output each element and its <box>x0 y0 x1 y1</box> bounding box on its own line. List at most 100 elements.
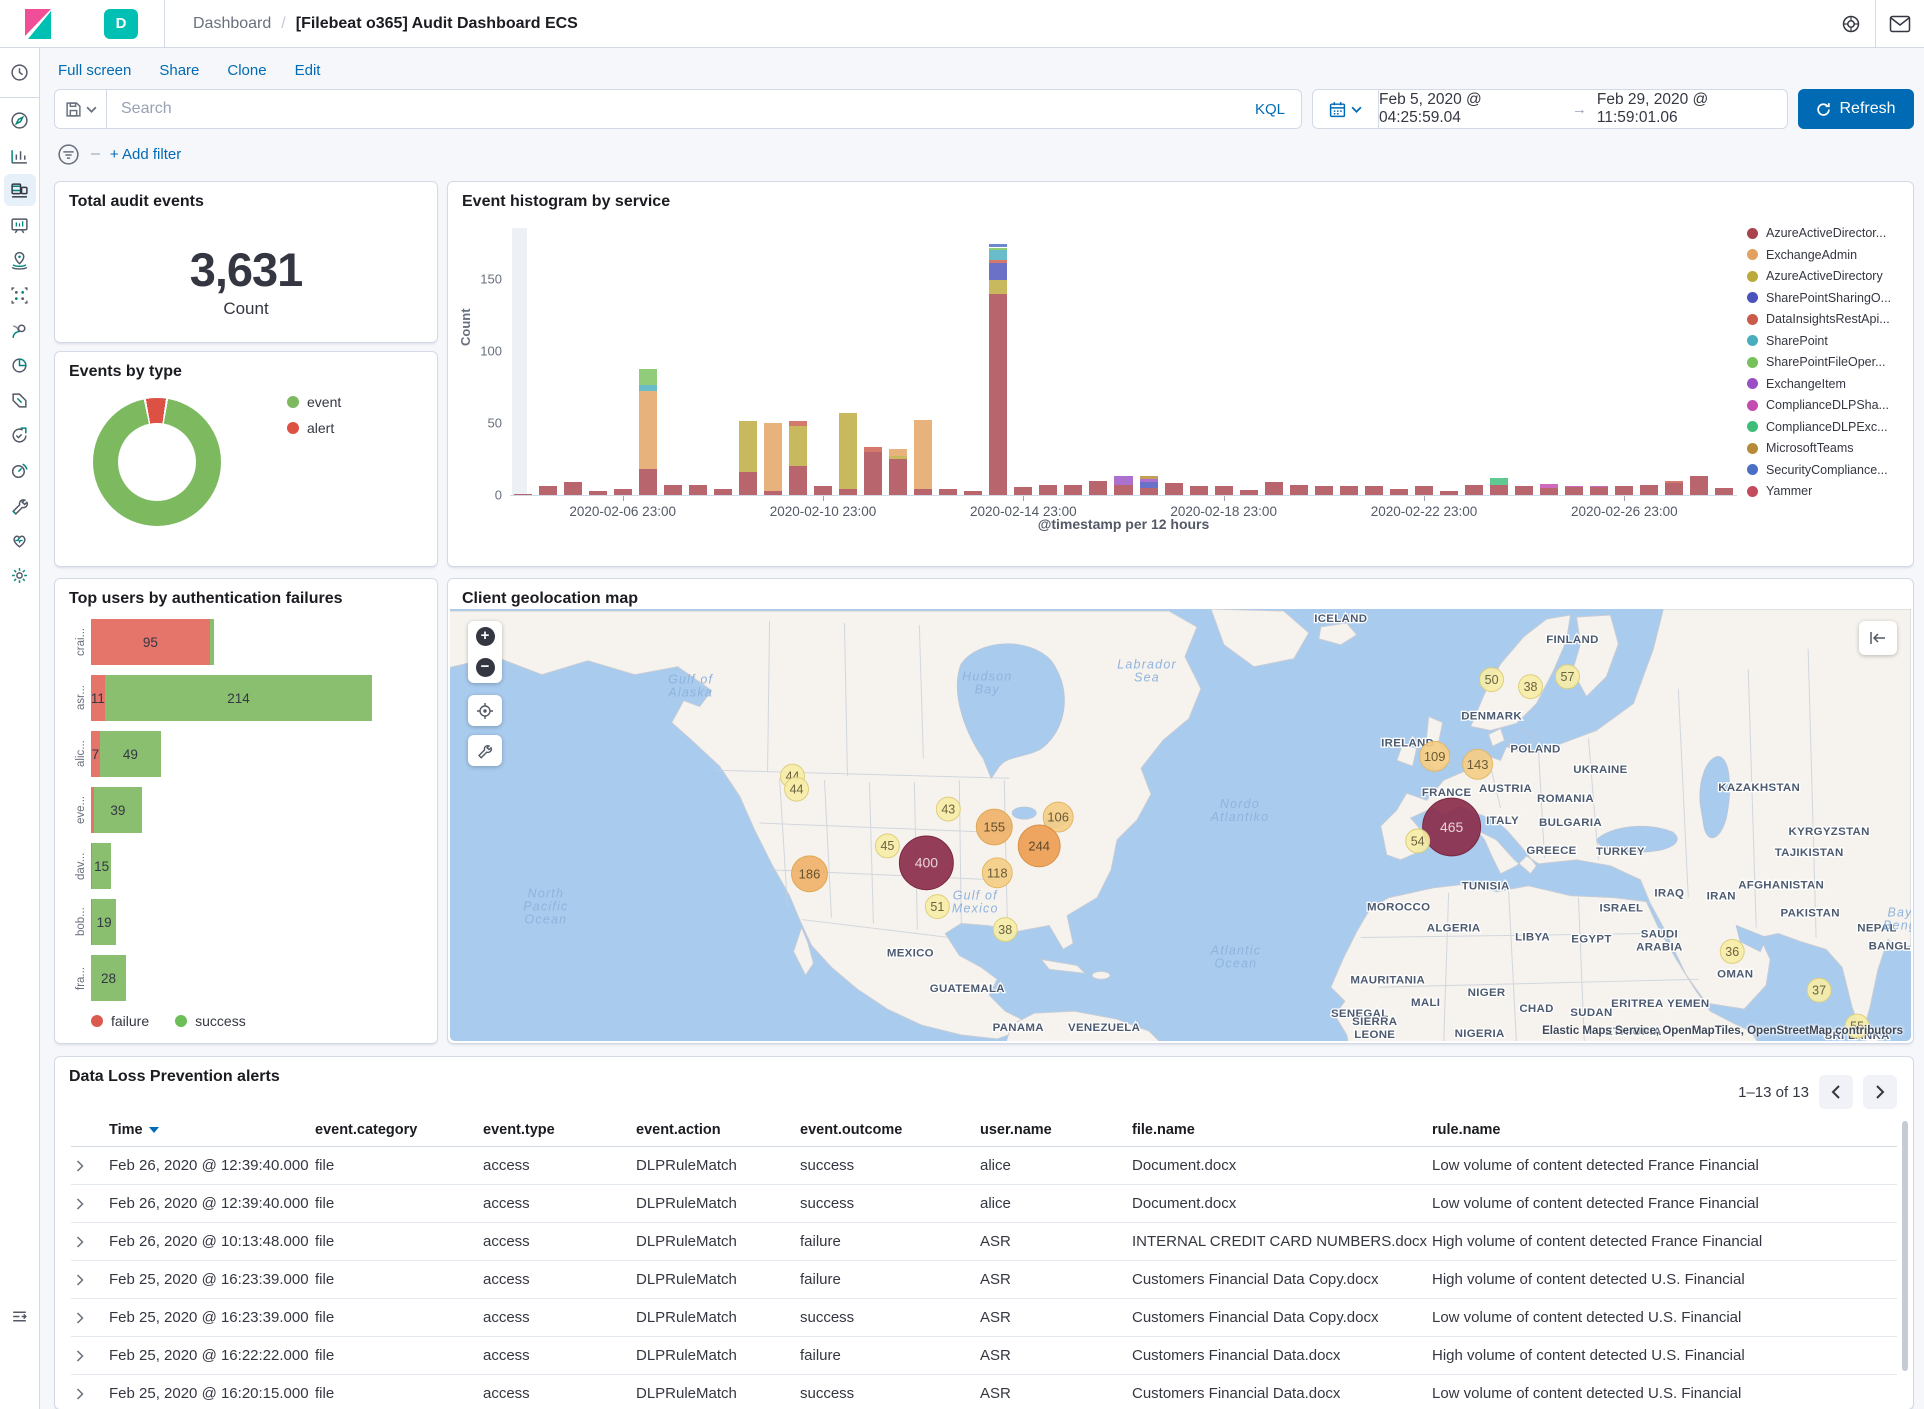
query-language-button[interactable]: KQL <box>1239 101 1301 118</box>
map-bubble-400[interactable]: 400 <box>899 836 953 890</box>
nav-collapse-icon[interactable] <box>4 1300 36 1332</box>
histogram-bar[interactable] <box>739 228 757 495</box>
legend-item-sps[interactable]: SharePointSharingO... <box>1747 291 1903 305</box>
legend-item-spf[interactable]: SharePointFileOper... <box>1747 355 1903 369</box>
nav-dashboard[interactable] <box>4 174 36 206</box>
histogram-bar[interactable] <box>764 228 782 495</box>
column-header-rule.name[interactable]: rule.name <box>1428 1114 1897 1147</box>
histogram-bar[interactable] <box>689 228 707 495</box>
zoom-in-button[interactable]: + <box>468 621 502 652</box>
wrench-icon[interactable] <box>468 735 502 766</box>
map-bubble-36[interactable]: 36 <box>1720 939 1744 963</box>
expand-row-icon[interactable] <box>75 1310 86 1326</box>
nav-siem[interactable] <box>4 524 36 556</box>
nav-machine-learning[interactable] <box>4 279 36 311</box>
column-header-event.type[interactable]: event.type <box>479 1114 632 1147</box>
auth-bar-success[interactable]: 28 <box>91 955 126 1001</box>
map-bubble-143[interactable]: 143 <box>1463 749 1493 779</box>
zoom-out-button[interactable]: − <box>468 652 502 683</box>
histogram-bar[interactable] <box>1114 228 1132 495</box>
expand-row-icon[interactable] <box>75 1348 86 1364</box>
nav-uptime[interactable] <box>4 419 36 451</box>
legend-item-aad[interactable]: AzureActiveDirector... <box>1747 226 1903 240</box>
nav-canvas[interactable] <box>4 209 36 241</box>
histogram-bar[interactable] <box>1665 228 1683 495</box>
legend-item-event[interactable]: event <box>287 394 341 410</box>
histogram-bar[interactable] <box>1440 228 1458 495</box>
histogram-bar[interactable] <box>1565 228 1583 495</box>
crosshair-icon[interactable] <box>468 695 502 726</box>
histogram-bar[interactable] <box>614 228 632 495</box>
histogram-bar[interactable] <box>1390 228 1408 495</box>
legend-item-yam[interactable]: Yammer <box>1747 484 1903 498</box>
histogram-bar[interactable] <box>814 228 832 495</box>
histogram-bar[interactable] <box>1089 228 1107 495</box>
map-bubble-38[interactable]: 38 <box>993 918 1017 942</box>
search-input[interactable] <box>107 100 1239 118</box>
map-bubble-43[interactable]: 43 <box>936 797 960 821</box>
map-bubble-109[interactable]: 109 <box>1420 741 1450 771</box>
map-legend-toggle[interactable] <box>1859 621 1897 655</box>
legend-item-mst[interactable]: MicrosoftTeams <box>1747 441 1903 455</box>
histogram-bar[interactable] <box>664 228 682 495</box>
histogram-bar[interactable] <box>1415 228 1433 495</box>
map-bubble-45[interactable]: 45 <box>875 834 899 858</box>
calendar-icon[interactable] <box>1313 90 1379 128</box>
map-bubble-50[interactable]: 50 <box>1480 668 1504 692</box>
expand-row-icon[interactable] <box>75 1158 86 1174</box>
histogram-bar[interactable] <box>1365 228 1383 495</box>
nav-recently-viewed[interactable] <box>4 56 36 88</box>
histogram-bar[interactable] <box>1140 228 1158 495</box>
column-header-Time[interactable]: Time <box>105 1114 311 1147</box>
legend-item-cde[interactable]: ComplianceDLPExc... <box>1747 420 1903 434</box>
histogram-bar[interactable] <box>564 228 582 495</box>
histogram-bar[interactable] <box>1039 228 1057 495</box>
column-header-file.name[interactable]: file.name <box>1128 1114 1428 1147</box>
legend-item-exi[interactable]: ExchangeItem <box>1747 377 1903 391</box>
legend-item-exa[interactable]: ExchangeAdmin <box>1747 248 1903 262</box>
map-bubble-37[interactable]: 37 <box>1807 978 1831 1002</box>
date-from[interactable]: Feb 5, 2020 @ 04:25:59.04 <box>1379 91 1562 127</box>
table-scrollbar[interactable] <box>1902 1121 1908 1371</box>
nav-apm[interactable] <box>4 454 36 486</box>
breadcrumb-dashboard[interactable]: Dashboard <box>193 15 271 33</box>
histogram-bar[interactable] <box>714 228 732 495</box>
expand-row-icon[interactable] <box>75 1386 86 1402</box>
histogram-bar[interactable] <box>839 228 857 495</box>
date-to[interactable]: Feb 29, 2020 @ 11:59:01.06 <box>1597 91 1787 127</box>
histogram-bar[interactable] <box>889 228 907 495</box>
histogram-bar[interactable] <box>1465 228 1483 495</box>
nav-logs[interactable] <box>4 489 36 521</box>
histogram-bar[interactable] <box>589 228 607 495</box>
world-map[interactable]: ICELANDFINLANDDENMARKPOLANDUKRAINEIRELAN… <box>450 609 1911 1041</box>
auth-bar-failure[interactable]: 95 <box>91 619 210 665</box>
edit-button[interactable]: Edit <box>295 62 321 79</box>
auth-bar-success[interactable] <box>210 619 214 665</box>
next-page-button[interactable] <box>1863 1075 1897 1109</box>
histogram-bar[interactable] <box>939 228 957 495</box>
histogram-bar[interactable] <box>1315 228 1333 495</box>
histogram-bar[interactable] <box>1615 228 1633 495</box>
column-header-user.name[interactable]: user.name <box>976 1114 1128 1147</box>
histogram-bar[interactable] <box>1490 228 1508 495</box>
panel-title[interactable]: Event histogram by service <box>448 182 1913 211</box>
feedback-mail-icon[interactable] <box>1876 0 1924 48</box>
prev-page-button[interactable] <box>1819 1075 1853 1109</box>
filter-icon[interactable] <box>56 142 81 167</box>
histogram-bar[interactable] <box>1540 228 1558 495</box>
histogram-bar[interactable] <box>514 228 532 495</box>
histogram-bar[interactable] <box>639 228 657 495</box>
nav-discover[interactable] <box>4 104 36 136</box>
column-header-event.action[interactable]: event.action <box>632 1114 796 1147</box>
map-bubble-44[interactable]: 44 <box>785 777 809 801</box>
map-bubble-51[interactable]: 51 <box>925 895 949 919</box>
histogram-bar[interactable] <box>1265 228 1283 495</box>
histogram-bar[interactable] <box>789 228 807 495</box>
map-bubble-155[interactable]: 155 <box>976 809 1012 845</box>
legend-item-success[interactable]: success <box>175 1013 246 1029</box>
histogram-bar[interactable] <box>1290 228 1308 495</box>
panel-title[interactable]: Top users by authentication failures <box>55 579 437 608</box>
kibana-logo[interactable] <box>0 8 76 40</box>
panel-title[interactable]: Data Loss Prevention alerts <box>55 1057 1913 1086</box>
histogram-bar[interactable] <box>1590 228 1608 495</box>
